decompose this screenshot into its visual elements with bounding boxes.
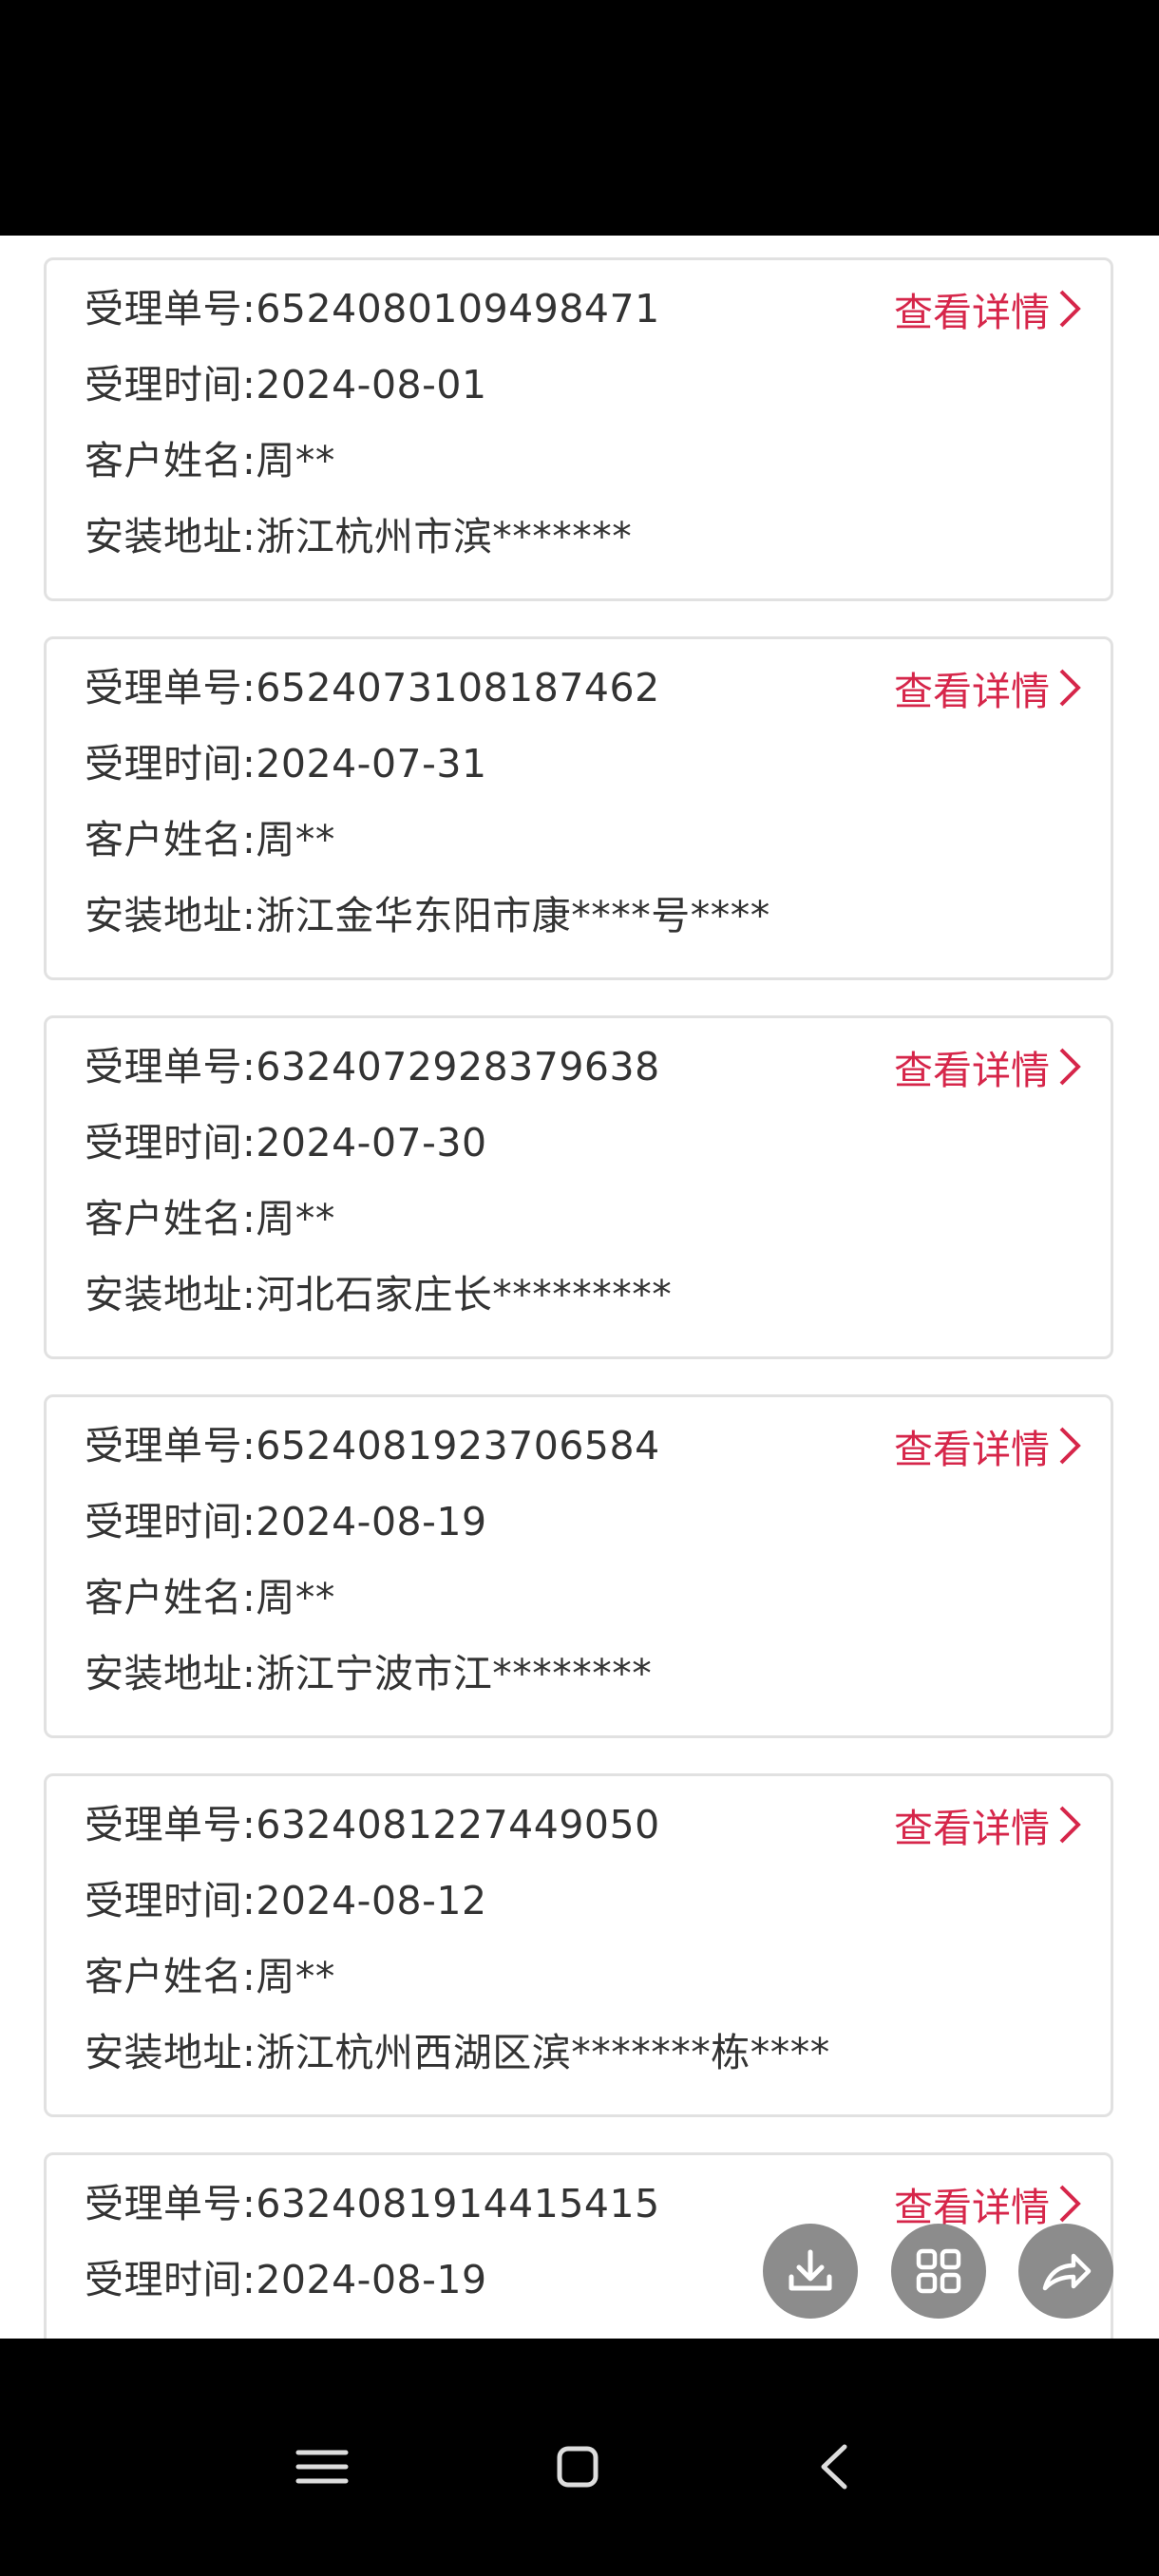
chevron-right-icon xyxy=(1059,2185,1081,2223)
view-details-link[interactable]: 查看详情 xyxy=(894,1422,1082,1472)
navigation-bar xyxy=(0,2339,1159,2576)
order-time: 受理时间:2024-08-19 xyxy=(85,2257,487,2302)
order-time: 受理时间:2024-08-19 xyxy=(85,1499,487,1544)
view-details-label: 查看详情 xyxy=(894,1427,1050,1472)
home-icon xyxy=(557,2446,598,2488)
view-details-link[interactable]: 查看详情 xyxy=(894,285,1082,335)
order-number: 受理单号:6324081227449050 xyxy=(85,1802,660,1847)
chevron-right-icon xyxy=(1059,669,1081,707)
customer-name: 客户姓名:周** xyxy=(85,438,335,483)
order-number: 受理单号:6524080109498471 xyxy=(85,286,660,331)
chevron-right-icon xyxy=(1059,290,1081,328)
chevron-right-icon xyxy=(1059,1806,1081,1844)
order-time: 受理时间:2024-08-12 xyxy=(85,1878,487,1923)
customer-name: 客户姓名:周** xyxy=(85,1954,335,1999)
order-card: 受理单号:6524081923706584 查看详情 受理时间:2024-08-… xyxy=(44,1394,1113,1738)
back-icon xyxy=(821,2444,847,2490)
order-list: 受理单号:6524080109498471 查看详情 受理时间:2024-08-… xyxy=(0,236,1159,2339)
view-details-label: 查看详情 xyxy=(894,290,1050,335)
view-details-label: 查看详情 xyxy=(894,1048,1050,1093)
recent-apps-button[interactable] xyxy=(279,2424,365,2510)
order-card: 受理单号:6324081227449050 查看详情 受理时间:2024-08-… xyxy=(44,1773,1113,2117)
back-button[interactable] xyxy=(790,2424,876,2510)
view-details-link[interactable]: 查看详情 xyxy=(894,1801,1082,1851)
install-address: 安装地址:浙江杭州市滨******* xyxy=(85,514,633,559)
download-button[interactable] xyxy=(763,2224,858,2319)
grid-icon xyxy=(916,2248,961,2294)
install-address: 安装地址:浙江宁波市江******** xyxy=(85,1651,653,1696)
order-card: 受理单号:6524080109498471 查看详情 受理时间:2024-08-… xyxy=(44,257,1113,601)
view-details-link[interactable]: 查看详情 xyxy=(894,2180,1082,2230)
chevron-right-icon xyxy=(1059,1427,1081,1465)
home-button[interactable] xyxy=(535,2424,620,2510)
view-details-link[interactable]: 查看详情 xyxy=(894,1043,1082,1093)
install-address: 安装地址:河北石家庄长********* xyxy=(85,1272,673,1317)
order-time: 受理时间:2024-08-01 xyxy=(85,362,487,407)
install-address: 安装地址:浙江金华东阳市康****号**** xyxy=(85,893,770,938)
order-number: 受理单号:6524073108187462 xyxy=(85,665,660,710)
customer-name: 客户姓名:周** xyxy=(85,1196,335,1241)
order-time: 受理时间:2024-07-31 xyxy=(85,741,487,786)
order-number: 受理单号:6524081923706584 xyxy=(85,1423,660,1468)
menu-icon xyxy=(295,2450,349,2484)
view-details-label: 查看详情 xyxy=(894,2185,1050,2230)
install-address: 安装地址:浙江杭州西湖区滨*******栋**** xyxy=(85,2030,830,2075)
view-details-label: 查看详情 xyxy=(894,1806,1050,1851)
status-bar xyxy=(0,0,1159,236)
order-card: 受理单号:6324072928379638 查看详情 受理时间:2024-07-… xyxy=(44,1015,1113,1359)
chevron-right-icon xyxy=(1059,1048,1081,1086)
order-number: 受理单号:6324072928379638 xyxy=(85,1044,660,1089)
order-card: 受理单号:6524073108187462 查看详情 受理时间:2024-07-… xyxy=(44,636,1113,980)
download-icon xyxy=(788,2249,832,2291)
order-time: 受理时间:2024-07-30 xyxy=(85,1120,487,1165)
view-details-label: 查看详情 xyxy=(894,669,1050,714)
order-number: 受理单号:6324081914415415 xyxy=(85,2181,660,2226)
share-icon xyxy=(1042,2253,1092,2291)
share-button[interactable] xyxy=(1018,2224,1113,2319)
customer-name: 客户姓名:周** xyxy=(85,817,335,862)
view-details-link[interactable]: 查看详情 xyxy=(894,664,1082,714)
customer-name: 客户姓名:周** xyxy=(85,1575,335,1620)
grid-menu-button[interactable] xyxy=(891,2224,986,2319)
